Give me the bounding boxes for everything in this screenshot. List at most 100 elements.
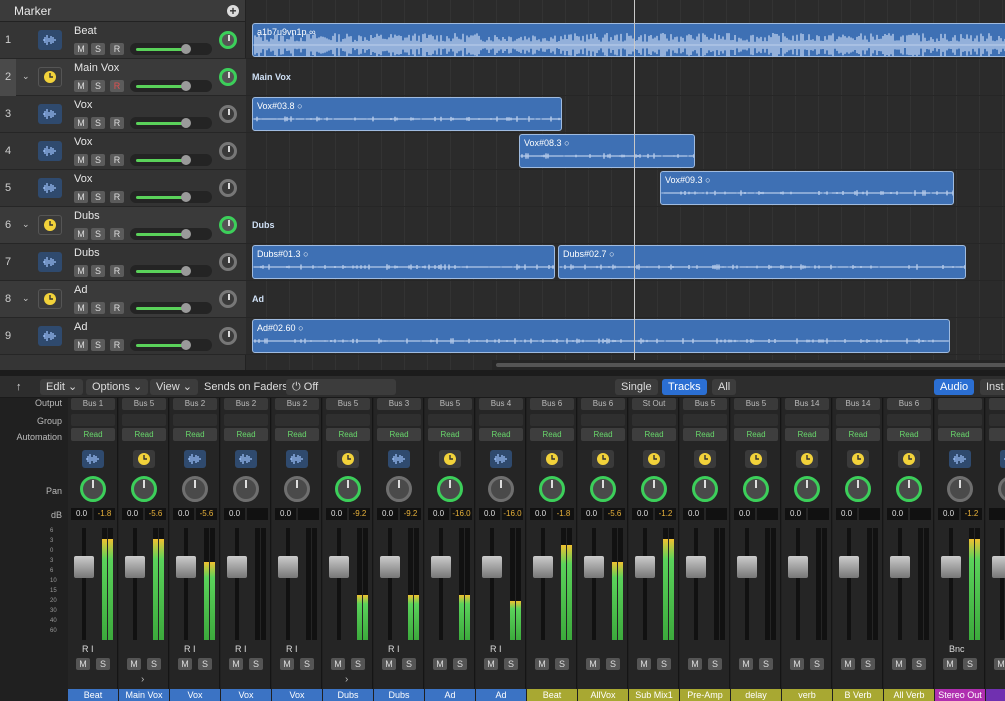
audio-region[interactable]: Vox#03.8 ○ <box>252 97 562 131</box>
track-header-7[interactable]: 7 Dubs M S R <box>0 244 246 281</box>
track-name[interactable]: Ad <box>74 321 87 333</box>
solo-button[interactable]: S <box>708 658 722 670</box>
fader-track[interactable] <box>898 528 902 640</box>
mute-button[interactable]: M <box>74 117 88 129</box>
peak-db-readout[interactable]: -5.6 <box>604 508 625 520</box>
output-slot[interactable]: Bus 2 <box>224 398 268 410</box>
mute-button[interactable]: M <box>637 658 651 670</box>
channel-name[interactable]: AllVox <box>578 689 628 701</box>
group-slot[interactable] <box>122 414 166 426</box>
solo-button[interactable]: S <box>91 154 105 166</box>
output-slot[interactable]: Bus 2 <box>173 398 217 410</box>
output-slot[interactable]: Bus 6 <box>581 398 625 410</box>
fader-track[interactable] <box>541 528 545 640</box>
track-name[interactable]: Vox <box>74 136 92 148</box>
volume-db-readout[interactable]: 0.0 <box>224 508 245 520</box>
audio-region[interactable]: Ad#02.60 ○ <box>252 319 950 353</box>
mute-button[interactable]: M <box>74 191 88 203</box>
disclosure-icon[interactable]: ⌄ <box>22 71 30 82</box>
record-input-buttons[interactable]: Bnc <box>949 644 965 654</box>
audio-region[interactable]: Dubs#02.7 ○ <box>558 245 966 279</box>
track-header-8[interactable]: 8 ⌄ Ad M S R <box>0 281 246 318</box>
fader-track[interactable] <box>592 528 596 640</box>
view-all-button[interactable]: All <box>712 379 737 395</box>
volume-fader[interactable] <box>839 556 859 578</box>
collapse-icon[interactable]: ↑ <box>10 379 28 395</box>
solo-button[interactable]: S <box>91 228 105 240</box>
automation-mode[interactable]: Read <box>326 428 370 441</box>
fader-track[interactable] <box>133 528 137 640</box>
automation-mode[interactable]: Read <box>224 428 268 441</box>
volume-db-readout[interactable]: 0.0 <box>836 508 857 520</box>
track-name[interactable]: Ad <box>74 284 87 296</box>
fader-track[interactable] <box>745 528 749 640</box>
mute-button[interactable]: M <box>586 658 600 670</box>
volume-db-readout[interactable]: 0.0 <box>71 508 92 520</box>
output-slot[interactable] <box>938 398 982 410</box>
pan-knob[interactable] <box>794 476 820 502</box>
solo-button[interactable]: S <box>91 43 105 55</box>
track-lane[interactable] <box>246 207 1005 244</box>
record-input-buttons[interactable]: R I <box>490 644 502 654</box>
automation-mode[interactable]: Read <box>683 428 727 441</box>
group-slot[interactable] <box>428 414 472 426</box>
mute-button[interactable]: M <box>433 658 447 670</box>
audio-region[interactable]: Vox#09.3 ○ <box>660 171 954 205</box>
record-input-buttons[interactable]: R I <box>388 644 400 654</box>
output-slot[interactable] <box>989 398 1005 410</box>
volume-slider[interactable] <box>130 80 212 92</box>
edit-menu[interactable]: Edit ⌄ <box>40 379 84 395</box>
track-name[interactable]: Dubs <box>74 210 100 222</box>
volume-db-readout[interactable]: 0.0 <box>734 508 755 520</box>
solo-button[interactable]: S <box>912 658 926 670</box>
solo-button[interactable]: S <box>91 117 105 129</box>
track-header-5[interactable]: 5 Vox M S R <box>0 170 246 207</box>
solo-button[interactable]: S <box>453 658 467 670</box>
channel-name[interactable]: Ad <box>425 689 475 701</box>
volume-fader[interactable] <box>686 556 706 578</box>
peak-db-readout[interactable]: -1.8 <box>94 508 115 520</box>
volume-fader[interactable] <box>941 556 961 578</box>
view-tracks-button[interactable]: Tracks <box>662 379 707 395</box>
automation-mode[interactable]: Re <box>989 428 1005 441</box>
channel-name[interactable]: Beat <box>68 689 118 701</box>
record-enable-button[interactable]: R <box>110 339 124 351</box>
mute-button[interactable]: M <box>841 658 855 670</box>
volume-fader[interactable] <box>74 556 94 578</box>
track-name[interactable]: Vox <box>74 173 92 185</box>
group-slot[interactable] <box>326 414 370 426</box>
solo-button[interactable]: S <box>402 658 416 670</box>
peak-db-readout[interactable]: -9.2 <box>400 508 421 520</box>
output-slot[interactable]: Bus 5 <box>683 398 727 410</box>
track-header-1[interactable]: 1 Beat M S R <box>0 22 246 59</box>
pan-knob[interactable] <box>335 476 361 502</box>
automation-mode[interactable]: Read <box>428 428 472 441</box>
channel-name[interactable]: verb <box>782 689 832 701</box>
audio-region[interactable]: Vox#08.3 ○ <box>519 134 695 168</box>
peak-db-readout[interactable]: -9.2 <box>349 508 370 520</box>
pan-knob[interactable] <box>219 216 237 234</box>
peak-db-readout[interactable]: -16.0 <box>451 508 472 520</box>
track-header-2[interactable]: 2 ⌄ Main Vox M S R <box>0 59 246 96</box>
mute-button[interactable]: M <box>76 658 90 670</box>
volume-fader[interactable] <box>278 556 298 578</box>
automation-mode[interactable]: Read <box>785 428 829 441</box>
group-slot[interactable] <box>377 414 421 426</box>
channel-name[interactable]: Dubs <box>374 689 424 701</box>
fader-track[interactable] <box>439 528 443 640</box>
volume-fader[interactable] <box>533 556 553 578</box>
mute-button[interactable]: M <box>74 339 88 351</box>
fader-track[interactable] <box>949 528 953 640</box>
pan-knob[interactable] <box>219 68 237 86</box>
record-input-buttons[interactable]: R I <box>184 644 196 654</box>
volume-fader[interactable] <box>992 556 1005 578</box>
volume-slider[interactable] <box>130 154 212 166</box>
pan-knob[interactable] <box>590 476 616 502</box>
channel-name[interactable]: Pre-Amp <box>680 689 730 701</box>
automation-mode[interactable]: Read <box>734 428 778 441</box>
volume-fader[interactable] <box>176 556 196 578</box>
pan-knob[interactable] <box>743 476 769 502</box>
peak-db-readout[interactable]: -1.8 <box>553 508 574 520</box>
solo-button[interactable]: S <box>300 658 314 670</box>
volume-slider[interactable] <box>130 265 212 277</box>
